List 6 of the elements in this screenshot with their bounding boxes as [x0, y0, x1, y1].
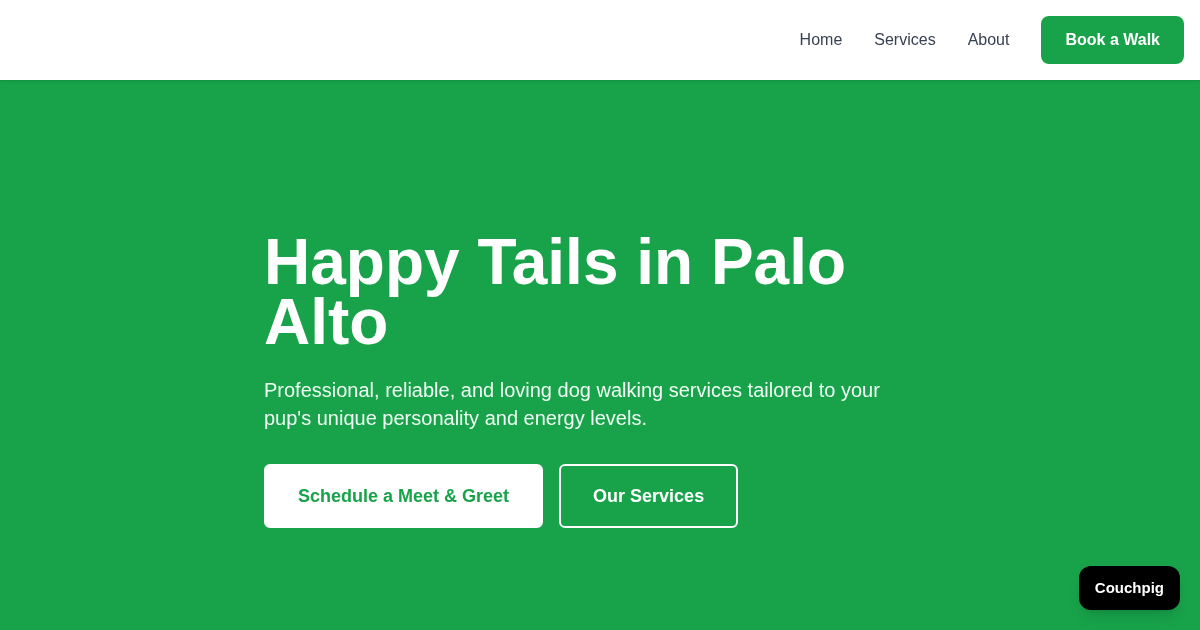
- hero-subtitle: Professional, reliable, and loving dog walking services tailored to your pup's unique personality and energy levels.: [264, 378, 881, 431]
- couchpig-badge[interactable]: Couchpig: [1078, 566, 1180, 610]
- nav-link[interactable]: Services: [874, 28, 936, 52]
- hero-title: Happy Tails in Palo Alto: [264, 232, 848, 352]
- nav-link[interactable]: Home: [799, 28, 843, 52]
- nav-link[interactable]: About: [967, 28, 1010, 52]
